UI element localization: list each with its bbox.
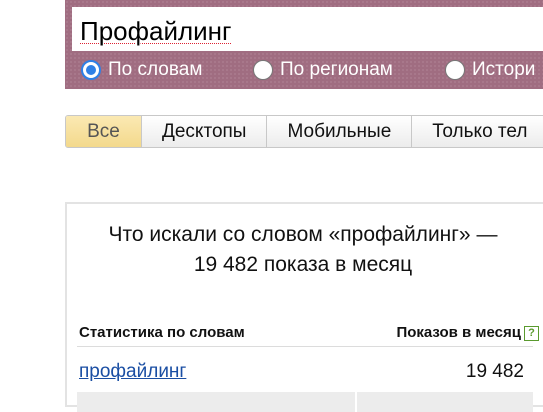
phrase-link[interactable]: профайлинг: [79, 361, 186, 383]
search-input[interactable]: Профайлинг: [72, 7, 543, 51]
radio-history[interactable]: Истори: [445, 57, 535, 83]
radio-by-words[interactable]: По словам: [81, 57, 202, 83]
column-header-impressions: Показов в месяц?: [396, 324, 539, 341]
stats-title: Что искали со словом «профайлинг» — 19 4…: [108, 223, 498, 276]
impressions-count: 19 482: [465, 361, 524, 382]
help-icon[interactable]: ?: [524, 326, 539, 341]
column-header-words: Статистика по словам: [79, 324, 245, 341]
tab-desktops[interactable]: Десктопы: [141, 116, 266, 147]
search-panel: Профайлинг По словам По регионам Истори: [65, 0, 543, 89]
tab-phones-only[interactable]: Только тел: [411, 116, 543, 147]
radio-by-words-label: По словам: [108, 59, 203, 80]
table-row: [77, 392, 533, 412]
device-tabs: Все Десктопы Мобильные Только тел: [65, 115, 543, 148]
tab-all[interactable]: Все: [66, 116, 141, 147]
radio-history-label: Истори: [472, 59, 536, 80]
tab-mobile[interactable]: Мобильные: [266, 116, 411, 147]
stats-card: Что искали со словом «профайлинг» — 19 4…: [65, 202, 543, 412]
search-input-value: Профайлинг: [80, 16, 232, 46]
divider: [77, 346, 533, 347]
radio-button-icon: [445, 60, 465, 80]
column-header-impressions-label: Показов в месяц: [396, 324, 521, 341]
radio-button-icon: [253, 60, 273, 80]
radio-button-icon: [81, 60, 101, 80]
radio-by-regions-label: По регионам: [280, 59, 393, 80]
radio-by-regions[interactable]: По регионам: [253, 57, 393, 83]
